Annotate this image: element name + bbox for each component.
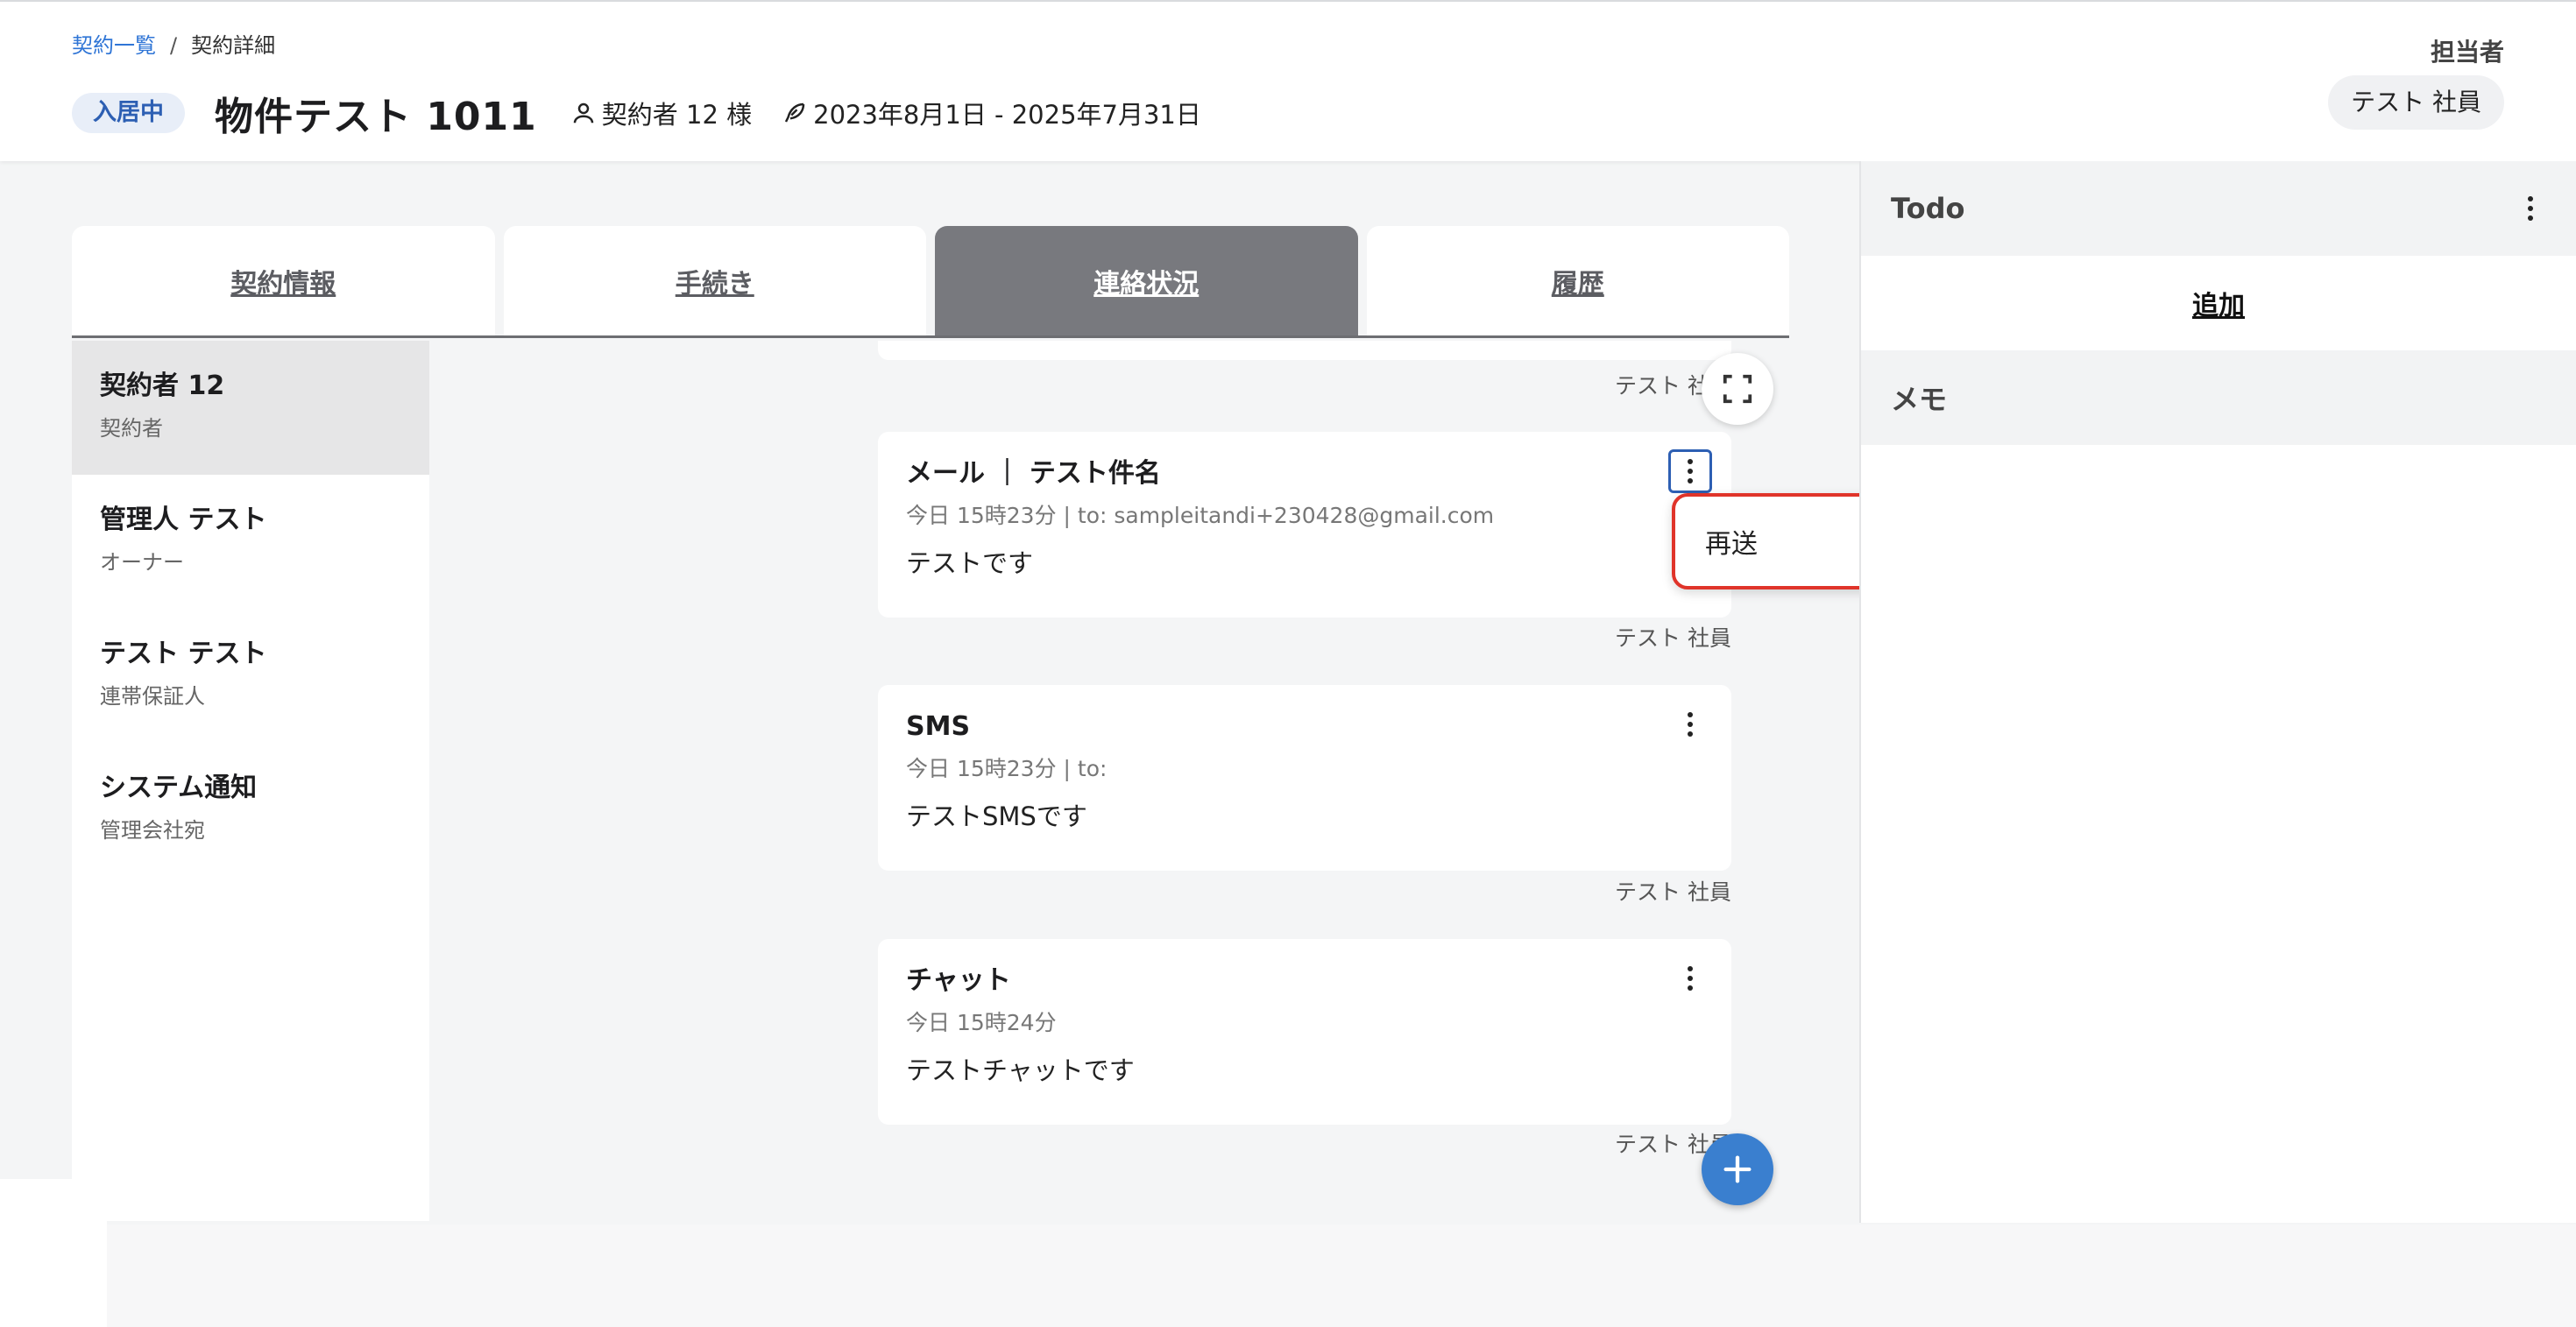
- todo-add-row: 追加: [1861, 256, 2576, 350]
- contact-name: システム通知: [100, 773, 258, 803]
- side-panel: Todo 追加 メモ: [1859, 161, 2576, 1223]
- contractor-info: 契約者 12 様: [570, 95, 752, 131]
- breadcrumb-link-contract-list[interactable]: 契約一覧: [72, 30, 156, 61]
- status-badge: 入居中: [72, 93, 185, 133]
- memo-header: メモ: [1861, 350, 2576, 445]
- breadcrumb-current: 契約詳細: [191, 33, 276, 58]
- message-body: テストチャットです: [906, 1055, 1135, 1085]
- breadcrumb-separator: /: [170, 33, 178, 58]
- todo-menu-button[interactable]: [2523, 193, 2537, 224]
- kebab-icon: [2528, 196, 2533, 221]
- message-body: テストSMSです: [906, 801, 1087, 831]
- message-card-chat: チャット 今日 15時24分 テストチャットです: [878, 939, 1731, 1125]
- contact-role: 管理会社宛: [100, 818, 205, 843]
- memo-title: メモ: [1891, 383, 1948, 416]
- resend-menu-item[interactable]: 再送: [1705, 522, 1758, 561]
- tab-bar: 契約情報 手続き 連絡状況 履歴: [72, 226, 1789, 338]
- message-card-email: メール ｜ テスト件名 今日 15時23分 | to: sampleitandi…: [878, 432, 1731, 618]
- message-author: テスト 社員: [1615, 879, 1731, 905]
- contract-period: 2023年8月1日 - 2025年7月31日: [782, 95, 1201, 131]
- fullscreen-button[interactable]: [1702, 353, 1773, 425]
- contact-item[interactable]: テスト テスト 連帯保証人: [72, 609, 429, 743]
- assignee-label: 担当者: [2430, 38, 2504, 67]
- contact-item[interactable]: システム通知 管理会社宛: [72, 743, 429, 877]
- contact-list: 契約者 12 契約者 管理人 テスト オーナー テスト テスト 連帯保証人 シス…: [72, 341, 429, 1221]
- message-menu-button[interactable]: [1668, 956, 1712, 1000]
- contact-name: テスト テスト: [100, 639, 267, 669]
- message-title: SMS: [906, 711, 971, 742]
- memo-area[interactable]: [1861, 445, 2576, 568]
- tab-contract-info[interactable]: 契約情報: [72, 226, 495, 335]
- message-title: チャット: [906, 965, 1011, 996]
- message-title: メール ｜ テスト件名: [906, 458, 1161, 489]
- tab-procedures[interactable]: 手続き: [503, 226, 926, 335]
- add-message-button[interactable]: [1702, 1133, 1773, 1205]
- contract-period-label: 2023年8月1日 - 2025年7月31日: [813, 100, 1201, 130]
- kebab-icon: [1688, 459, 1693, 484]
- tab-contact-status[interactable]: 連絡状況: [935, 226, 1358, 335]
- page-header: 契約一覧 / 契約詳細 入居中 物件テスト 1011 契約者 12 様 2023…: [0, 2, 2576, 161]
- contact-name: 管理人 テスト: [100, 505, 267, 535]
- message-meta: 今日 15時24分: [906, 1010, 1057, 1035]
- footer-band: [107, 1225, 2576, 1327]
- contact-role: オーナー: [100, 550, 184, 575]
- contact-name: 契約者 12: [100, 371, 225, 401]
- message-meta: 今日 15時23分 | to: sampleitandi+230428@gmai…: [906, 503, 1495, 528]
- todo-header: Todo: [1861, 161, 2576, 256]
- contractor-label: 契約者 12 様: [601, 100, 753, 130]
- contact-role: 契約者: [100, 416, 163, 441]
- breadcrumb: 契約一覧 / 契約詳細: [72, 30, 275, 61]
- footer-left-area: [0, 1179, 107, 1327]
- message-menu-button[interactable]: [1668, 702, 1712, 746]
- message-author: テスト 社員: [1615, 625, 1731, 651]
- fullscreen-icon: [1723, 374, 1752, 404]
- previous-card-edge: [878, 341, 1731, 360]
- tab-history[interactable]: 履歴: [1366, 226, 1789, 335]
- contact-item[interactable]: 契約者 12 契約者: [72, 341, 429, 475]
- add-todo-button[interactable]: 追加: [2192, 284, 2245, 322]
- kebab-icon: [1688, 966, 1693, 991]
- plus-icon: [1723, 1155, 1752, 1183]
- title-row: 入居中 物件テスト 1011 契約者 12 様 2023年8月1日 - 2025…: [72, 88, 1201, 139]
- message-menu-button[interactable]: [1668, 449, 1712, 493]
- todo-title: Todo: [1891, 192, 1965, 225]
- contact-role: 連帯保証人: [100, 684, 205, 709]
- feather-icon: [785, 102, 805, 123]
- contact-item[interactable]: 管理人 テスト オーナー: [72, 475, 429, 609]
- person-icon: [573, 102, 594, 124]
- message-feed: テスト 社員 メール ｜ テスト件名 今日 15時23分 | to: sampl…: [878, 341, 1731, 1221]
- message-body: テストです: [906, 548, 1034, 578]
- kebab-icon: [1688, 712, 1693, 737]
- assignee-chip[interactable]: テスト 社員: [2328, 75, 2504, 130]
- message-meta: 今日 15時23分 | to:: [906, 756, 1108, 781]
- page-title: 物件テスト 1011: [215, 95, 537, 139]
- message-card-sms: SMS 今日 15時23分 | to: テストSMSです: [878, 685, 1731, 871]
